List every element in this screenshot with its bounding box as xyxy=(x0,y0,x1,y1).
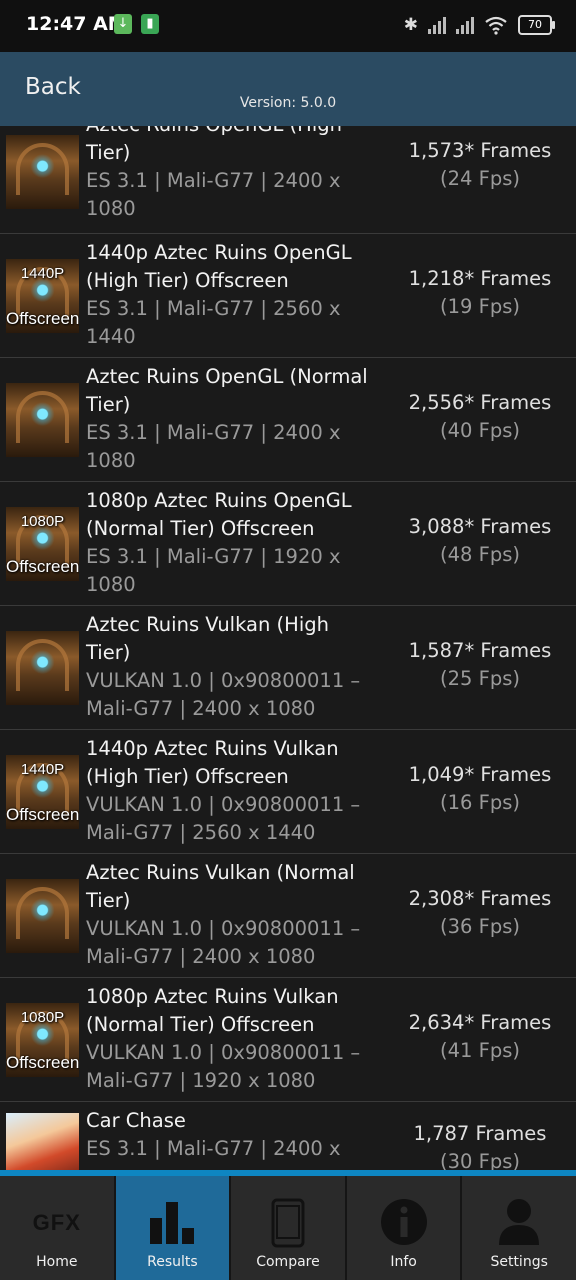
nav-results-label: Results xyxy=(147,1254,198,1270)
resolution-tag: 1080P xyxy=(20,513,65,530)
benchmark-frames: 2,308* Frames xyxy=(408,887,552,910)
status-bar: 12:47 AM ↓ ▮ ✱ 70 xyxy=(0,0,576,52)
result-row[interactable]: 1080P Offscreen 1080p Aztec Ruins Vulkan… xyxy=(0,978,576,1102)
benchmark-details: ES 3.1 | Mali-G77 | 2400 x xyxy=(86,1137,341,1160)
nav-compare-label: Compare xyxy=(256,1254,320,1270)
benchmark-title: Car Chase xyxy=(86,1109,186,1132)
benchmark-title: 1440p Aztec Ruins OpenGL (High Tier) Off… xyxy=(86,241,352,292)
benchmark-details: ES 3.1 | Mali-G77 | 2560 x 1440 xyxy=(86,297,341,348)
benchmark-frames: 3,088* Frames xyxy=(408,515,552,538)
benchmark-thumbnail: 1080P Offscreen xyxy=(6,1003,79,1077)
benchmark-thumbnail xyxy=(6,631,79,705)
benchmark-thumbnail: 1440P Offscreen xyxy=(6,259,79,333)
result-row[interactable]: 1440P Offscreen 1440p Aztec Ruins Vulkan… xyxy=(0,730,576,854)
benchmark-frames: 1,787 Frames xyxy=(413,1122,547,1145)
result-row[interactable]: Aztec Ruins Vulkan (High Tier) VULKAN 1.… xyxy=(0,606,576,730)
nav-settings-label: Settings xyxy=(490,1254,548,1270)
nav-info[interactable]: Info xyxy=(347,1176,463,1280)
result-row[interactable]: 1080P Offscreen 1080p Aztec Ruins OpenGL… xyxy=(0,482,576,606)
benchmark-fps: (25 Fps) xyxy=(440,667,520,690)
signal-icon xyxy=(456,16,474,34)
benchmark-frames: 1,218* Frames xyxy=(408,267,552,290)
version-label: Version: 5.0.0 xyxy=(239,95,337,111)
result-row[interactable]: Aztec Ruins OpenGL (Normal Tier) ES 3.1 … xyxy=(0,358,576,482)
resolution-tag: 1080P xyxy=(20,1009,65,1026)
app-header: Back Version: 5.0.0 xyxy=(0,52,576,128)
info-icon xyxy=(380,1199,427,1245)
status-icons: ✱ 70 xyxy=(403,12,555,38)
benchmark-frames: 2,634* Frames xyxy=(408,1011,552,1034)
offscreen-tag: Offscreen xyxy=(6,1053,79,1072)
nav-compare[interactable]: Compare xyxy=(231,1176,347,1280)
resolution-tag: 1440P xyxy=(20,761,65,778)
benchmark-fps: (41 Fps) xyxy=(440,1039,520,1062)
benchmark-title: 1080p Aztec Ruins Vulkan (Normal Tier) O… xyxy=(86,985,339,1036)
benchmark-details: VULKAN 1.0 | 0x90800011 – Mali-G77 | 240… xyxy=(86,917,361,968)
nav-info-label: Info xyxy=(390,1254,417,1270)
benchmark-title: Aztec Ruins OpenGL (Normal Tier) xyxy=(86,365,368,416)
result-row[interactable]: Aztec Ruins Vulkan (Normal Tier) VULKAN … xyxy=(0,854,576,978)
bluetooth-icon: ✱ xyxy=(403,15,418,35)
offscreen-tag: Offscreen xyxy=(6,309,79,328)
benchmark-title: Aztec Ruins Vulkan (Normal Tier) xyxy=(86,861,355,912)
benchmark-frames: 1,573* Frames xyxy=(408,139,552,162)
benchmark-fps: (48 Fps) xyxy=(440,543,520,566)
offscreen-tag: Offscreen xyxy=(6,805,79,824)
nav-results[interactable]: Results xyxy=(115,1176,232,1280)
benchmark-fps: (16 Fps) xyxy=(440,791,520,814)
cleaner-notification-icon: ▮ xyxy=(141,14,159,34)
nav-home[interactable]: GFX Home xyxy=(0,1176,116,1280)
signal-icon xyxy=(428,16,446,34)
result-row[interactable]: Car Chase ES 3.1 | Mali-G77 | 2400 x 1,7… xyxy=(0,1102,576,1170)
benchmark-thumbnail xyxy=(6,879,79,953)
benchmark-thumbnail: 1440P Offscreen xyxy=(6,755,79,829)
gfx-logo-icon: GFX xyxy=(32,1210,81,1235)
offscreen-tag: Offscreen xyxy=(6,557,79,576)
benchmark-fps: (19 Fps) xyxy=(440,295,520,318)
benchmark-thumbnail xyxy=(6,135,79,209)
download-notification-icon: ↓ xyxy=(114,14,132,34)
resolution-tag: 1440P xyxy=(20,265,65,282)
results-list[interactable]: Aztec Ruins OpenGL (High Tier) ES 3.1 | … xyxy=(0,126,576,1170)
result-row[interactable]: Aztec Ruins OpenGL (High Tier) ES 3.1 | … xyxy=(0,126,576,234)
benchmark-details: VULKAN 1.0 | 0x90800011 – Mali-G77 | 192… xyxy=(86,1041,361,1092)
benchmark-fps: (36 Fps) xyxy=(440,915,520,938)
benchmark-fps: (24 Fps) xyxy=(440,167,520,190)
status-time: 12:47 AM xyxy=(26,13,127,35)
benchmark-frames: 1,049* Frames xyxy=(408,763,552,786)
benchmark-frames: 1,587* Frames xyxy=(408,639,552,662)
benchmark-title: Aztec Ruins Vulkan (High Tier) xyxy=(86,613,329,664)
nav-settings[interactable]: Settings xyxy=(462,1176,576,1280)
benchmark-details: VULKAN 1.0 | 0x90800011 – Mali-G77 | 256… xyxy=(86,793,361,844)
benchmark-details: ES 3.1 | Mali-G77 | 2400 x 1080 xyxy=(86,421,341,472)
result-row[interactable]: 1440P Offscreen 1440p Aztec Ruins OpenGL… xyxy=(0,234,576,358)
benchmark-details: ES 3.1 | Mali-G77 | 1920 x 1080 xyxy=(86,545,341,596)
bar-chart-icon xyxy=(150,1202,195,1244)
benchmark-frames: 2,556* Frames xyxy=(408,391,552,414)
benchmark-details: VULKAN 1.0 | 0x90800011 – Mali-G77 | 240… xyxy=(86,669,361,720)
benchmark-details: ES 3.1 | Mali-G77 | 2400 x 1080 xyxy=(86,169,341,220)
wifi-icon xyxy=(485,16,507,35)
benchmark-title: 1440p Aztec Ruins Vulkan (High Tier) Off… xyxy=(86,737,339,788)
bottom-nav: GFX Home Results Compare Info Settings xyxy=(0,1176,576,1280)
user-icon xyxy=(499,1199,540,1245)
battery-icon: 70 xyxy=(518,15,555,35)
phone-icon xyxy=(271,1198,305,1248)
benchmark-fps: (40 Fps) xyxy=(440,419,520,442)
benchmark-title: 1080p Aztec Ruins OpenGL (Normal Tier) O… xyxy=(86,489,352,540)
car-chase-thumbnail xyxy=(6,1113,79,1170)
benchmark-thumbnail xyxy=(6,383,79,457)
benchmark-title: Aztec Ruins OpenGL (High Tier) xyxy=(86,126,342,164)
benchmark-fps: (30 Fps) xyxy=(440,1150,520,1170)
benchmark-thumbnail: 1080P Offscreen xyxy=(6,507,79,581)
nav-home-label: Home xyxy=(36,1254,78,1270)
